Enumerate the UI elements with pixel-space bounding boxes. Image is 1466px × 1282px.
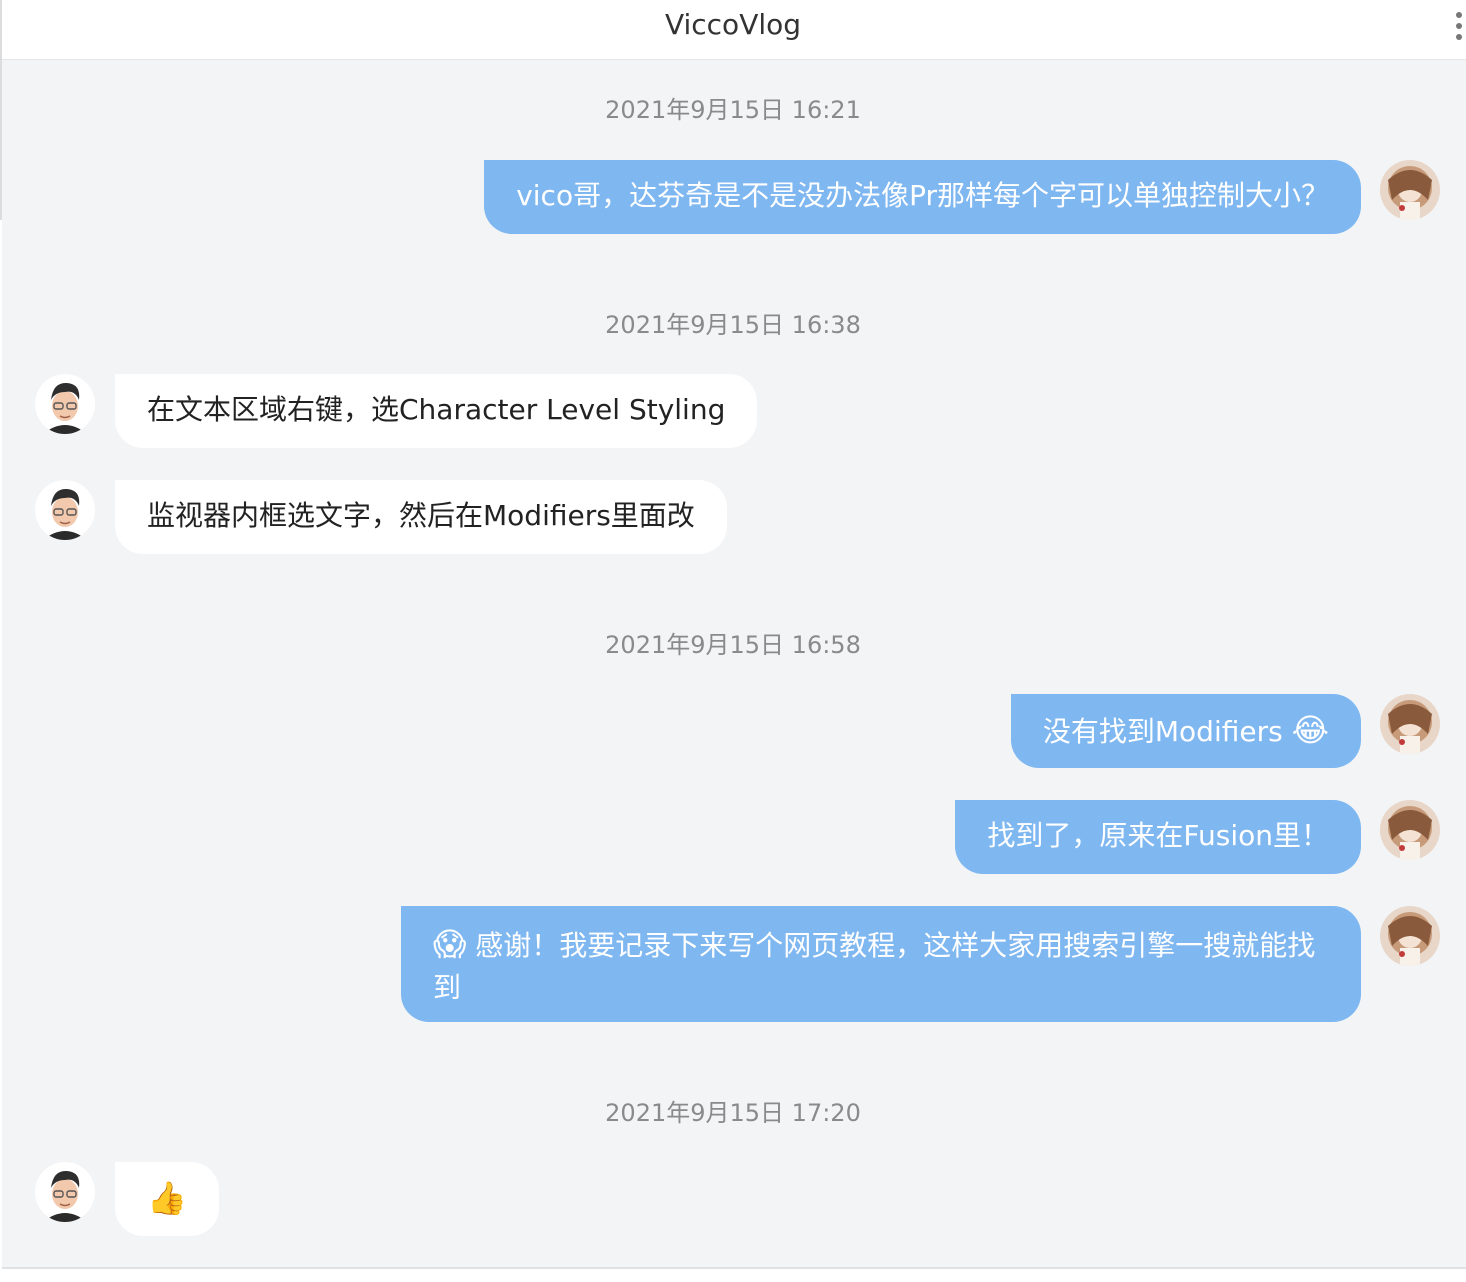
incoming-message-bubble[interactable]: 👍 xyxy=(115,1162,219,1236)
message-text: 找到了，原来在Fusion里！ xyxy=(987,819,1329,852)
incoming-message-bubble[interactable]: 监视器内框选文字，然后在Modifiers里面改 xyxy=(115,480,727,554)
outgoing-message-bubble[interactable]: vico哥，达芬奇是不是没办法像Pr那样每个字可以单独控制大小？ xyxy=(484,160,1361,234)
message-text: 感谢！我要记录下来写个网页教程，这样大家用搜索引擎一搜就能找到 xyxy=(433,929,1316,1004)
thumbs-up-emoji-icon: 👍 xyxy=(147,1179,187,1217)
outgoing-message-bubble[interactable]: 找到了，原来在Fusion里！ xyxy=(955,800,1361,874)
screaming-face-emoji-icon: 😱 xyxy=(433,925,467,963)
message-timestamp: 2021年9月15日 17:20 xyxy=(605,1099,861,1127)
message-text: 没有找到Modifiers xyxy=(1042,715,1283,748)
laughing-tears-emoji-icon: 😂 xyxy=(1291,711,1329,749)
composer-divider xyxy=(2,1267,1466,1269)
message-timestamp: 2021年9月15日 16:38 xyxy=(605,311,861,339)
outgoing-message-bubble[interactable]: 没有找到Modifiers 😂 xyxy=(1010,694,1361,768)
message-text: vico哥，达芬奇是不是没办法像Pr那样每个字可以单独控制大小？ xyxy=(516,179,1329,212)
user-avatar[interactable] xyxy=(1380,160,1440,220)
more-vertical-icon[interactable] xyxy=(1454,12,1464,40)
contact-avatar[interactable] xyxy=(35,374,95,434)
outgoing-message-bubble[interactable]: 😱 感谢！我要记录下来写个网页教程，这样大家用搜索引擎一搜就能找到 xyxy=(401,906,1361,1022)
contact-avatar[interactable] xyxy=(35,1162,95,1222)
message-text: 在文本区域右键，选Character Level Styling xyxy=(147,393,726,426)
incoming-message-bubble[interactable]: 在文本区域右键，选Character Level Styling xyxy=(115,374,758,448)
message-text: 监视器内框选文字，然后在Modifiers里面改 xyxy=(147,499,695,532)
user-avatar[interactable] xyxy=(1380,800,1440,860)
chat-title: ViccoVlog xyxy=(664,8,802,41)
chat-header: ViccoVlog xyxy=(0,0,1466,60)
user-avatar[interactable] xyxy=(1380,906,1440,966)
message-timestamp: 2021年9月15日 16:21 xyxy=(605,96,861,124)
chat-area[interactable] xyxy=(2,60,1466,1267)
contact-avatar[interactable] xyxy=(35,480,95,540)
user-avatar[interactable] xyxy=(1380,694,1440,754)
message-timestamp: 2021年9月15日 16:58 xyxy=(605,631,861,659)
